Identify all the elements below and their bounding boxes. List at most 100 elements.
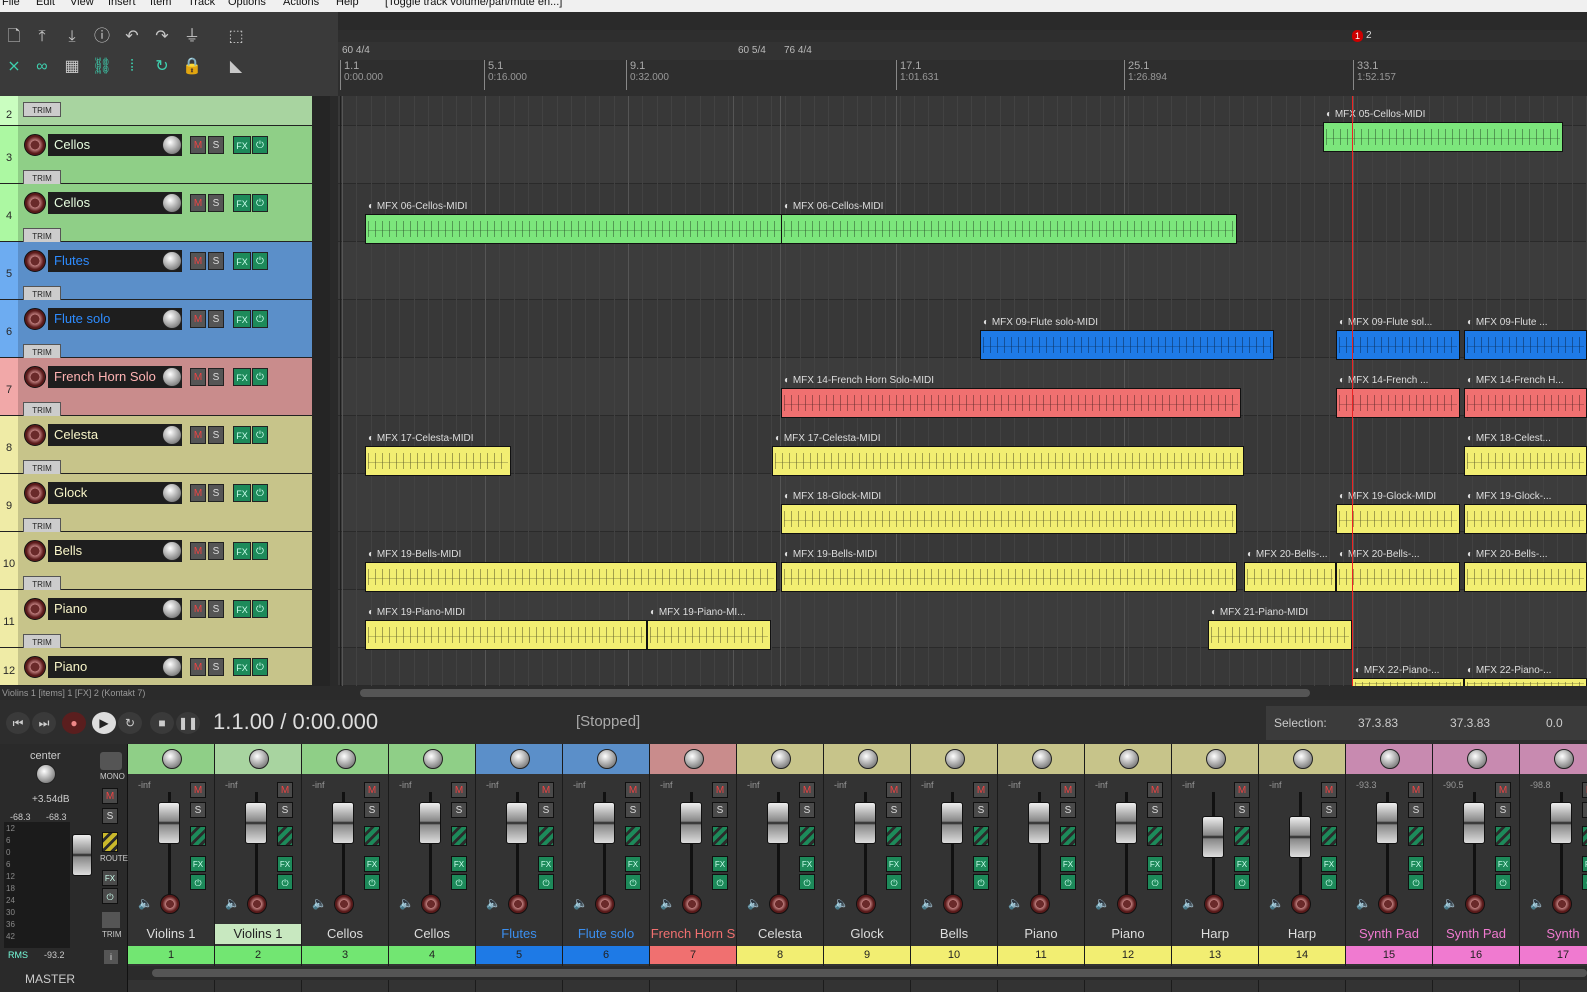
item-mute-icon[interactable]: M	[1364, 665, 1372, 676]
strip-number[interactable]: 17	[1520, 946, 1587, 964]
track-number[interactable]: 9	[0, 474, 18, 531]
track-header[interactable]: 3 Cellos M S FX ⏻ TRIM	[0, 126, 312, 185]
open-project-icon[interactable]: ⤒	[30, 26, 54, 48]
fx-button[interactable]: FX	[451, 856, 467, 872]
strip-number[interactable]: 11	[998, 946, 1084, 964]
envelope-button[interactable]	[1495, 826, 1511, 846]
mute-button[interactable]: M	[190, 782, 206, 798]
fx-bypass-button[interactable]: ⏻	[252, 542, 268, 560]
track-number[interactable]: 4	[0, 184, 18, 241]
strip-name[interactable]: Cellos	[302, 924, 388, 944]
master-pan-mode-button[interactable]	[102, 912, 120, 928]
speaker-icon[interactable]: 🔈	[1095, 896, 1110, 910]
mixer-strip[interactable]: -inf M S FX ⏻ 🔈 Harp 14	[1259, 744, 1346, 992]
volume-fader[interactable]	[1289, 816, 1311, 858]
fx-button[interactable]: FX	[712, 856, 728, 872]
track-header[interactable]: 8 Celesta M S FX ⏻ TRIM	[0, 416, 312, 475]
fx-bypass-button[interactable]: ⏻	[1147, 874, 1163, 890]
mixer-strip[interactable]: -inf M S FX ⏻ 🔈 Cellos 3	[302, 744, 389, 992]
speaker-icon[interactable]: 🔈	[1008, 896, 1023, 910]
trim-button[interactable]: TRIM	[23, 228, 61, 243]
mute-button[interactable]: M	[1234, 782, 1250, 798]
fx-bypass-button[interactable]: ⏻	[252, 426, 268, 444]
record-arm-button[interactable]	[160, 894, 180, 914]
trim-button[interactable]: TRIM	[23, 518, 61, 533]
mute-button[interactable]: M	[1060, 782, 1076, 798]
item-fx-icon[interactable]: FX	[792, 433, 805, 444]
pan-knob[interactable]	[1032, 749, 1052, 769]
fx-button[interactable]: FX	[1408, 856, 1424, 872]
fx-bypass-button[interactable]: ⏻	[712, 874, 728, 890]
item-body[interactable]	[1464, 504, 1587, 534]
fx-button[interactable]: FX	[233, 426, 251, 444]
record-arm-button[interactable]	[24, 134, 46, 156]
record-arm-button[interactable]	[1378, 894, 1398, 914]
item-mute-icon[interactable]: M	[793, 491, 801, 502]
pan-knob[interactable]	[945, 749, 965, 769]
mixer-strip[interactable]: -inf M S FX ⏻ 🔈 French Horn S 7	[650, 744, 737, 992]
solo-button[interactable]: S	[799, 802, 815, 818]
midi-item[interactable]: ◐ MFX 19-Glock-MIDI	[1336, 490, 1460, 534]
record-arm-button[interactable]	[24, 192, 46, 214]
item-lock-icon[interactable]: ◐	[784, 375, 790, 386]
item-mute-icon[interactable]: M	[1476, 665, 1484, 676]
mono-button[interactable]: MONO	[100, 772, 125, 781]
envelope-button[interactable]	[1147, 826, 1163, 846]
envelope-button[interactable]	[973, 826, 989, 846]
track-number[interactable]: 5	[0, 242, 18, 299]
item-mute-icon[interactable]: M	[1476, 317, 1484, 328]
item-fx-icon[interactable]: FX	[385, 433, 398, 444]
item-fx-icon[interactable]: FX	[1484, 549, 1497, 560]
item-lock-icon[interactable]: ◐	[1339, 375, 1345, 386]
speaker-icon[interactable]: 🔈	[312, 896, 327, 910]
envelope-button[interactable]	[712, 826, 728, 846]
mixer-strip[interactable]: -inf M S FX ⏻ 🔈 Flute solo 6	[563, 744, 650, 992]
pan-knob[interactable]	[858, 749, 878, 769]
scrollbar-thumb[interactable]	[152, 969, 1587, 977]
record-arm-button[interactable]	[24, 250, 46, 272]
track-number[interactable]: 3	[0, 126, 18, 183]
solo-button[interactable]: S	[1408, 802, 1424, 818]
master-mute-button[interactable]: M	[102, 788, 118, 804]
record-arm-button[interactable]	[1552, 894, 1572, 914]
item-body[interactable]	[1464, 562, 1587, 592]
mixer-strip[interactable]: -inf M S FX ⏻ 🔈 Piano 11	[998, 744, 1085, 992]
item-body[interactable]	[781, 214, 1237, 244]
item-mute-icon[interactable]: M	[784, 433, 792, 444]
new-project-icon[interactable]: 🗋	[2, 26, 26, 48]
fx-bypass-button[interactable]: ⏻	[252, 310, 268, 328]
trim-button[interactable]: TRIM	[23, 170, 61, 185]
fx-bypass-button[interactable]: ⏻	[190, 874, 206, 890]
item-body[interactable]	[1464, 446, 1587, 476]
item-mute-icon[interactable]: M	[1476, 491, 1484, 502]
mute-button[interactable]: M	[451, 782, 467, 798]
envelope-button[interactable]	[886, 826, 902, 846]
strip-name[interactable]: Harp	[1259, 924, 1345, 944]
record-arm-button[interactable]	[24, 656, 46, 678]
record-arm-button[interactable]	[24, 482, 46, 504]
midi-item[interactable]: ◐ MFX 14-French H...	[1464, 374, 1587, 418]
record-arm-button[interactable]	[508, 894, 528, 914]
volume-fader[interactable]	[854, 802, 876, 844]
tcp-scrollbar[interactable]	[312, 96, 330, 686]
pause-button[interactable]: ❚❚	[176, 712, 200, 734]
item-lock-icon[interactable]: ◐	[1339, 491, 1345, 502]
fx-button[interactable]: FX	[1582, 856, 1587, 872]
solo-button[interactable]: S	[208, 484, 224, 502]
info-icon[interactable]: i	[104, 950, 118, 964]
solo-button[interactable]: S	[190, 802, 206, 818]
tempo-marker[interactable]: 60 5/4	[738, 45, 766, 56]
mute-button[interactable]: M	[1321, 782, 1337, 798]
fx-bypass-button[interactable]: ⏻	[252, 600, 268, 618]
speaker-icon[interactable]: 🔈	[921, 896, 936, 910]
track-header[interactable]: 11 Piano M S FX ⏻ TRIM	[0, 590, 312, 649]
menu-item[interactable]: Item	[150, 0, 171, 8]
fx-bypass-button[interactable]: ⏻	[252, 136, 268, 154]
pan-knob[interactable]	[1554, 749, 1574, 769]
item-fx-icon[interactable]: FX	[801, 549, 814, 560]
strip-name[interactable]: Piano	[998, 924, 1084, 944]
speaker-icon[interactable]: 🔈	[225, 896, 240, 910]
midi-item[interactable]: ◐ MFX 20-Bells-...	[1336, 548, 1460, 592]
master-fx-bypass-button[interactable]: ⏻	[102, 888, 118, 904]
item-lock-icon[interactable]: ◐	[784, 549, 790, 560]
